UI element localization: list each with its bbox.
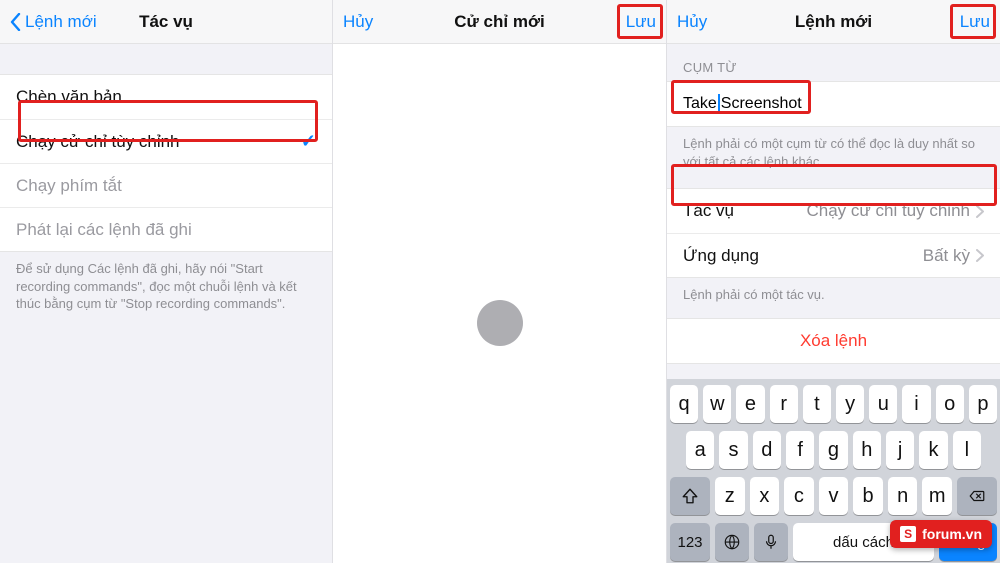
keyboard-row-2: a s d f g h j k l bbox=[670, 431, 997, 469]
key-mode-123[interactable]: 123 bbox=[670, 523, 710, 561]
screen-actions: Lệnh mới Tác vụ Chèn văn bản Chạy cử chỉ… bbox=[0, 0, 332, 563]
key-globe[interactable] bbox=[715, 523, 749, 561]
row-label: Chèn văn bản bbox=[16, 87, 122, 107]
cancel-label: Hủy bbox=[677, 12, 707, 32]
key-l[interactable]: l bbox=[953, 431, 981, 469]
save-label: Lưu bbox=[960, 12, 990, 32]
key-b[interactable]: b bbox=[853, 477, 883, 515]
key-h[interactable]: h bbox=[853, 431, 881, 469]
chevron-left-icon bbox=[10, 13, 21, 31]
row-action[interactable]: Tác vụ Chạy cử chỉ tùy chỉnh bbox=[667, 189, 1000, 233]
save-button[interactable]: Lưu bbox=[960, 0, 990, 43]
key-y[interactable]: y bbox=[836, 385, 864, 423]
key-i[interactable]: i bbox=[902, 385, 930, 423]
shift-icon bbox=[681, 487, 699, 505]
row-label: Tác vụ bbox=[683, 201, 734, 221]
key-g[interactable]: g bbox=[819, 431, 847, 469]
key-shift[interactable] bbox=[670, 477, 710, 515]
cancel-label: Hủy bbox=[343, 12, 373, 32]
row-insert-text[interactable]: Chèn văn bản bbox=[0, 75, 332, 119]
row-value: Chạy cử chỉ tùy chỉnh bbox=[806, 201, 970, 221]
gesture-canvas[interactable] bbox=[333, 44, 666, 563]
screen-new-command: Hủy Lệnh mới Lưu CỤM TỪ Take Screenshot … bbox=[666, 0, 1000, 563]
command-settings: Tác vụ Chạy cử chỉ tùy chỉnh Ứng dụng Bấ… bbox=[667, 188, 1000, 278]
key-a[interactable]: a bbox=[686, 431, 714, 469]
key-dictation[interactable] bbox=[754, 523, 788, 561]
key-x[interactable]: x bbox=[750, 477, 780, 515]
text-caret-icon bbox=[718, 94, 720, 114]
key-q[interactable]: q bbox=[670, 385, 698, 423]
nav-title: Tác vụ bbox=[139, 12, 193, 32]
navbar: Lệnh mới Tác vụ bbox=[0, 0, 332, 44]
phrase-note: Lệnh phải có một cụm từ có thể đọc là du… bbox=[667, 127, 1000, 170]
key-e[interactable]: e bbox=[736, 385, 764, 423]
screen-new-gesture: Hủy Cử chỉ mới Lưu bbox=[332, 0, 666, 563]
delete-command-button[interactable]: Xóa lệnh bbox=[667, 319, 1000, 363]
watermark-badge: S forum.vn bbox=[890, 520, 992, 548]
phrase-text-pre: Take bbox=[683, 95, 717, 113]
phrase-block: Take Screenshot bbox=[667, 81, 1000, 127]
microphone-icon bbox=[762, 533, 780, 551]
cancel-button[interactable]: Hủy bbox=[343, 0, 373, 43]
checkmark-icon: ✓ bbox=[301, 131, 316, 152]
footer-note: Để sử dụng Các lệnh đã ghi, hãy nói "Sta… bbox=[0, 252, 332, 313]
key-v[interactable]: v bbox=[819, 477, 849, 515]
key-z[interactable]: z bbox=[715, 477, 745, 515]
key-s[interactable]: s bbox=[719, 431, 747, 469]
globe-icon bbox=[723, 533, 741, 551]
row-replay-recorded[interactable]: Phát lại các lệnh đã ghi bbox=[0, 207, 332, 251]
touch-indicator-icon bbox=[477, 300, 523, 346]
key-c[interactable]: c bbox=[784, 477, 814, 515]
key-w[interactable]: w bbox=[703, 385, 731, 423]
watermark-logo-icon: S bbox=[900, 526, 916, 542]
nav-title: Cử chỉ mới bbox=[454, 12, 545, 32]
key-p[interactable]: p bbox=[969, 385, 997, 423]
key-d[interactable]: d bbox=[753, 431, 781, 469]
backspace-icon bbox=[968, 487, 986, 505]
row-run-custom-gesture[interactable]: Chạy cử chỉ tùy chỉnh ✓ bbox=[0, 119, 332, 163]
chevron-right-icon bbox=[976, 205, 984, 218]
key-o[interactable]: o bbox=[936, 385, 964, 423]
row-label: Chạy cử chỉ tùy chỉnh bbox=[16, 132, 180, 152]
row-label: Chạy phím tắt bbox=[16, 176, 122, 196]
watermark-text: forum.vn bbox=[922, 526, 982, 542]
key-m[interactable]: m bbox=[922, 477, 952, 515]
keyboard-row-3: z x c v b n m bbox=[670, 477, 997, 515]
save-label: Lưu bbox=[626, 12, 656, 32]
delete-block: Xóa lệnh bbox=[667, 318, 1000, 364]
navbar: Hủy Cử chỉ mới Lưu bbox=[333, 0, 666, 44]
key-backspace[interactable] bbox=[957, 477, 997, 515]
action-note: Lệnh phải có một tác vụ. bbox=[667, 278, 1000, 304]
row-label: Phát lại các lệnh đã ghi bbox=[16, 220, 192, 240]
row-application[interactable]: Ứng dụng Bất kỳ bbox=[667, 233, 1000, 277]
row-value: Bất kỳ bbox=[923, 246, 970, 266]
phrase-text-post: Screenshot bbox=[721, 95, 802, 113]
key-f[interactable]: f bbox=[786, 431, 814, 469]
back-label: Lệnh mới bbox=[25, 12, 97, 32]
key-k[interactable]: k bbox=[919, 431, 947, 469]
save-button[interactable]: Lưu bbox=[626, 0, 656, 43]
nav-title: Lệnh mới bbox=[795, 12, 872, 32]
back-button[interactable]: Lệnh mới bbox=[10, 0, 97, 43]
delete-label: Xóa lệnh bbox=[800, 331, 867, 351]
chevron-right-icon bbox=[976, 249, 984, 262]
key-j[interactable]: j bbox=[886, 431, 914, 469]
section-header-phrase: CỤM TỪ bbox=[667, 44, 1000, 81]
key-u[interactable]: u bbox=[869, 385, 897, 423]
key-t[interactable]: t bbox=[803, 385, 831, 423]
navbar: Hủy Lệnh mới Lưu bbox=[667, 0, 1000, 44]
row-label: Ứng dụng bbox=[683, 246, 759, 266]
row-run-shortcut[interactable]: Chạy phím tắt bbox=[0, 163, 332, 207]
phrase-input[interactable]: Take Screenshot bbox=[667, 82, 1000, 126]
keyboard-row-1: q w e r t y u i o p bbox=[670, 385, 997, 423]
key-n[interactable]: n bbox=[888, 477, 918, 515]
key-r[interactable]: r bbox=[770, 385, 798, 423]
action-list: Chèn văn bản Chạy cử chỉ tùy chỉnh ✓ Chạ… bbox=[0, 74, 332, 252]
cancel-button[interactable]: Hủy bbox=[677, 0, 707, 43]
